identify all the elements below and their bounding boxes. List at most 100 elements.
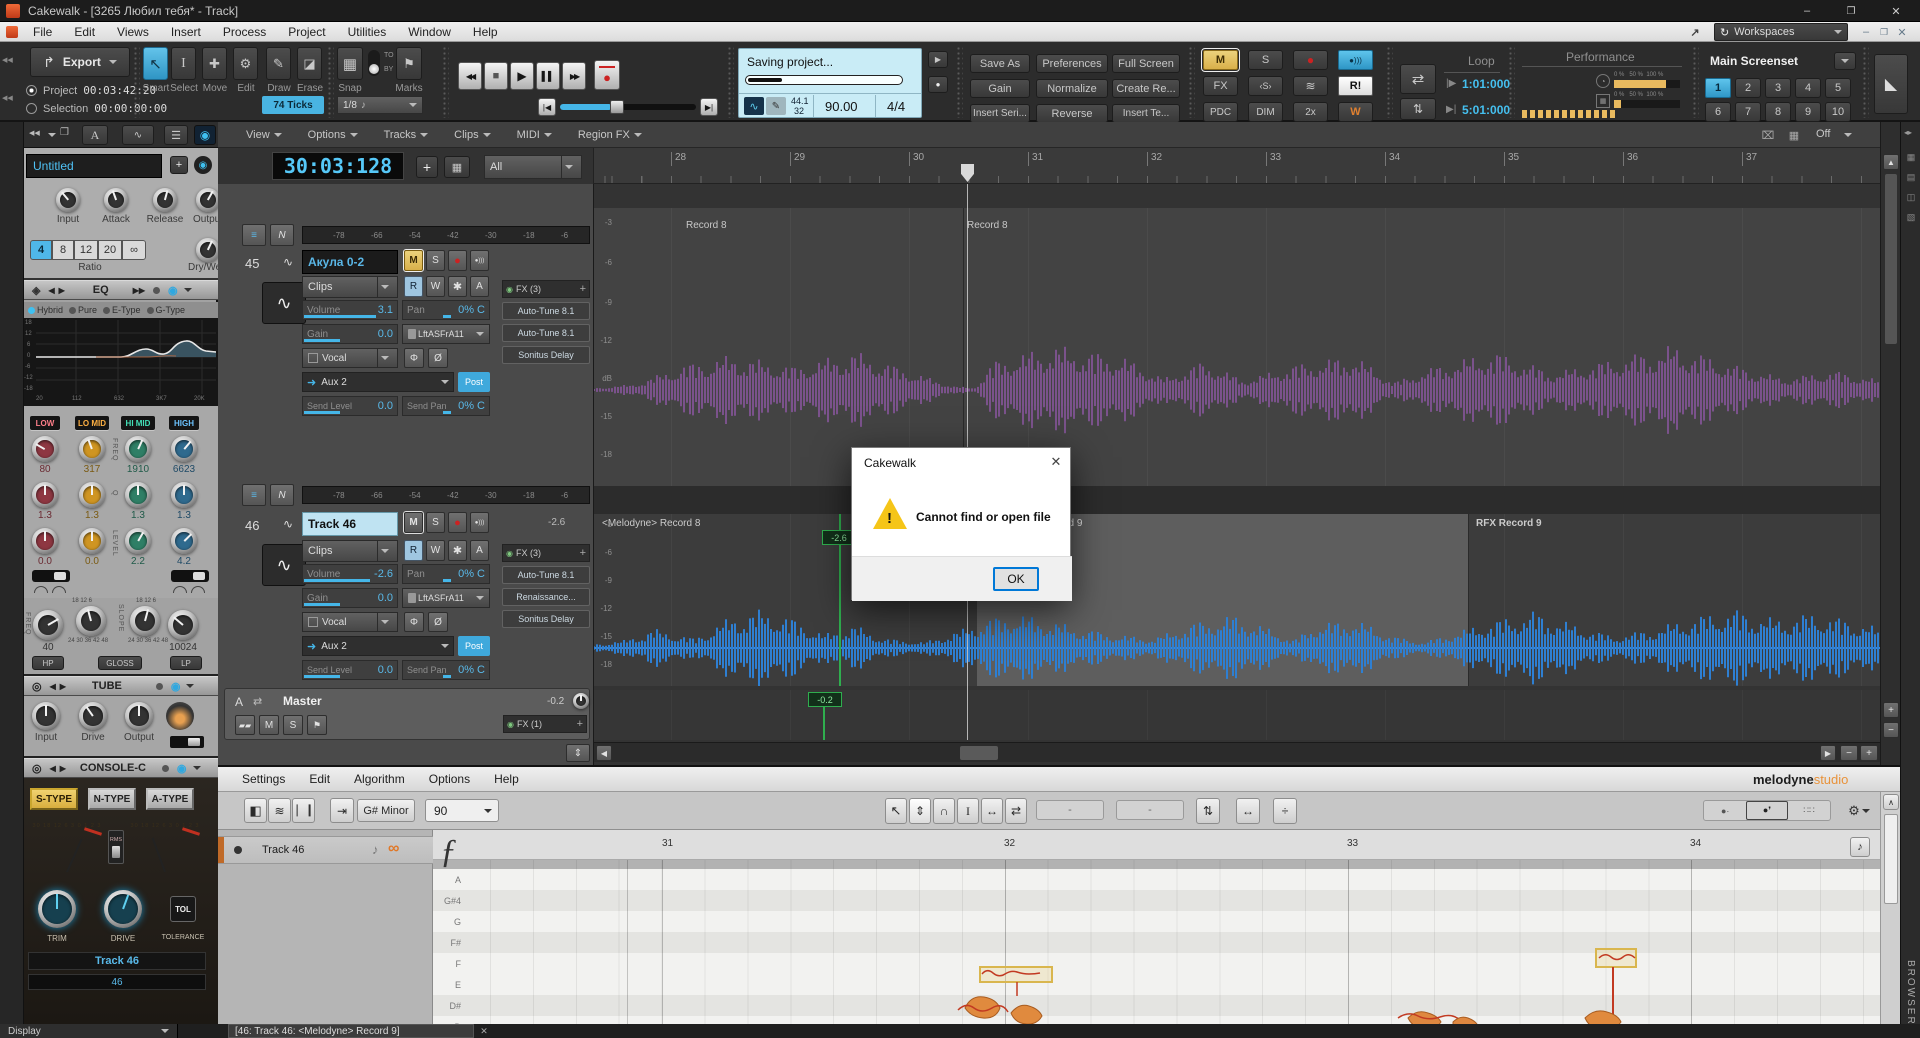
track-active-dot[interactable] bbox=[234, 846, 242, 854]
track45-read-button[interactable]: R bbox=[404, 276, 423, 297]
time-display[interactable]: 30:03:128 bbox=[272, 152, 404, 180]
low-q-knob[interactable] bbox=[32, 482, 58, 508]
mel-tool-pitch[interactable]: ⇕ bbox=[909, 798, 931, 824]
track45-send-row[interactable]: ➜ Aux 2 bbox=[302, 372, 454, 392]
comp-release-knob[interactable] bbox=[153, 188, 177, 212]
mdi-minimize-button[interactable]: – bbox=[1858, 25, 1874, 39]
grid-button[interactable]: ▦ bbox=[444, 156, 470, 178]
master-solo-button[interactable]: S bbox=[283, 715, 303, 735]
mel-panel-toggle[interactable]: ◧ bbox=[244, 798, 267, 823]
menu-window[interactable]: Window bbox=[397, 25, 462, 39]
eq-module-header[interactable]: ◈ ◀ ▶ EQ ▶▶ ◉ bbox=[24, 280, 218, 300]
track45-lane[interactable]: Record 8 Record 8 bbox=[594, 208, 1880, 486]
tab-close-icon[interactable]: ✕ bbox=[478, 1025, 490, 1037]
low-shape-toggle[interactable] bbox=[32, 570, 70, 582]
stop-button[interactable]: ■ bbox=[484, 62, 508, 90]
notes-icon[interactable]: ♪ bbox=[372, 842, 379, 857]
master-bus-header[interactable]: A ⇄ Master -0.2 ▰▰ M S ⚑ ◉ FX (1) + bbox=[224, 688, 590, 740]
ratio-12-button[interactable]: 12 bbox=[74, 240, 98, 260]
dialog-close-button[interactable]: ✕ bbox=[1040, 448, 1072, 476]
zoom-out-v-button[interactable]: − bbox=[1883, 722, 1899, 738]
track46-fx-header[interactable]: ◉ FX (3) + bbox=[502, 544, 590, 562]
track45-archive-dropdown[interactable]: Vocal bbox=[302, 348, 398, 368]
multidock-tab[interactable]: [46: Track 46: <Melodyne> Record 9] bbox=[228, 1024, 474, 1038]
high-shape-toggle[interactable] bbox=[171, 570, 209, 582]
track45-fx-header[interactable]: ◉ FX (3) + bbox=[502, 280, 590, 298]
chevron-down-icon[interactable] bbox=[192, 766, 201, 770]
mel-tool-formant[interactable]: ∩ bbox=[933, 798, 955, 824]
meter-mode-button[interactable]: ≡ bbox=[242, 224, 266, 246]
add-module-button[interactable]: + bbox=[170, 156, 188, 174]
solo-button[interactable]: S bbox=[1248, 50, 1283, 70]
menu-help[interactable]: Help bbox=[462, 25, 509, 39]
vscroll-thumb[interactable] bbox=[1885, 174, 1897, 344]
track45-name-field[interactable]: Акула 0-2 bbox=[302, 250, 398, 274]
dock-collapse-icon[interactable]: ◂▸ bbox=[1904, 128, 1912, 137]
filter-dropdown[interactable]: All bbox=[484, 155, 582, 179]
write-automation-button[interactable]: W bbox=[1338, 102, 1373, 122]
expand-tracks-button[interactable]: ⇕ bbox=[566, 744, 590, 762]
track46-archive-dropdown[interactable]: Vocal bbox=[302, 612, 398, 632]
track46-mute-button[interactable]: M bbox=[403, 511, 424, 534]
track46-send-row[interactable]: ➜ Aux 2 bbox=[302, 636, 454, 656]
track45-arm-button[interactable]: ● bbox=[448, 250, 467, 271]
close-button[interactable]: ✕ bbox=[1876, 0, 1916, 22]
tube-type-switch[interactable] bbox=[170, 736, 204, 748]
tv-menu-midi[interactable]: MIDI bbox=[517, 129, 552, 141]
mel-note-assign-button[interactable]: ♪ bbox=[1850, 837, 1870, 857]
loop-out-time[interactable]: 5:01:000 bbox=[1462, 103, 1510, 117]
eq-mode-label[interactable]: E-Type bbox=[112, 305, 141, 315]
himid-band-badge[interactable]: HI MID bbox=[121, 416, 155, 430]
radio-icon[interactable] bbox=[146, 306, 154, 314]
track46-send-pan[interactable]: Send Pan 0% C bbox=[402, 660, 490, 680]
export-button[interactable]: ↱ Export bbox=[30, 47, 130, 77]
menu-process[interactable]: Process bbox=[212, 25, 277, 39]
tube-drive-knob[interactable] bbox=[79, 702, 107, 730]
note-view-icon[interactable]: ●∙ bbox=[1704, 806, 1746, 816]
grid-view-icon[interactable]: ∷∷ bbox=[1788, 805, 1830, 816]
time-signature[interactable]: 4/4 bbox=[887, 99, 905, 114]
low-band-badge[interactable]: LOW bbox=[30, 416, 60, 430]
2x-button[interactable]: 2x bbox=[1293, 102, 1328, 122]
snap-marks-button[interactable]: ⚑ bbox=[396, 47, 422, 80]
play-button[interactable]: ▶ bbox=[510, 62, 534, 90]
n-type-button[interactable]: N-TYPE bbox=[88, 788, 136, 810]
track46-icon-box[interactable]: ∿ bbox=[262, 544, 306, 586]
track-manager-icon[interactable]: ⌧ bbox=[1758, 126, 1778, 144]
comp-attack-knob[interactable] bbox=[104, 188, 128, 212]
dock-icon[interactable]: ▤ bbox=[1904, 170, 1918, 184]
tool-select[interactable]: I bbox=[171, 47, 196, 80]
tube-output-knob[interactable] bbox=[125, 702, 153, 730]
mel-vscroll-thumb[interactable] bbox=[1884, 814, 1898, 904]
radio-icon[interactable] bbox=[69, 306, 77, 314]
preferences-button[interactable]: Preferences bbox=[1036, 54, 1108, 73]
tool-smart[interactable]: ↖ bbox=[143, 47, 168, 80]
low-freq-knob[interactable] bbox=[32, 436, 58, 462]
tv-menu-view[interactable]: View bbox=[246, 129, 282, 141]
prev-icon[interactable]: ◀ bbox=[50, 682, 56, 691]
position-thumb[interactable] bbox=[610, 100, 624, 114]
next-icon[interactable]: ▶ bbox=[60, 764, 66, 773]
track46-lane[interactable]: <Melodyne> Record 8 <Melodyne> Record 9 … bbox=[594, 514, 1880, 686]
radio-selected-icon[interactable] bbox=[28, 306, 35, 314]
ratio-inf-button[interactable]: ∞ bbox=[122, 240, 146, 260]
screenset-9[interactable]: 9 bbox=[1795, 102, 1821, 122]
ratio-4-button[interactable]: 4 bbox=[30, 240, 52, 260]
track46-arm-button[interactable]: ● bbox=[448, 512, 467, 533]
menu-insert[interactable]: Insert bbox=[160, 25, 212, 39]
mel-value-field-1[interactable]: - bbox=[1036, 800, 1104, 820]
himid-freq-knob[interactable] bbox=[125, 436, 151, 462]
track45-echo-button[interactable]: ●))) bbox=[470, 250, 489, 271]
tab-prochannel[interactable]: ◉ bbox=[194, 125, 216, 145]
menu-project[interactable]: Project bbox=[277, 25, 336, 39]
expand-icon[interactable]: ↗ bbox=[1686, 24, 1704, 40]
insert-tempo-button[interactable]: Insert Te... bbox=[1112, 104, 1180, 123]
eq-mode-label[interactable]: Pure bbox=[78, 305, 97, 315]
track46-post-badge[interactable]: Post bbox=[458, 636, 490, 656]
mel-view-switch-group[interactable]: ●∙ ●❜ ∷∷ bbox=[1703, 800, 1831, 821]
track45-pan[interactable]: Pan 0% C bbox=[402, 300, 490, 320]
console-drive-knob[interactable] bbox=[104, 890, 142, 928]
compare-icon[interactable]: ∞ bbox=[388, 840, 399, 858]
lomid-freq-knob[interactable] bbox=[79, 436, 105, 462]
trim-knob[interactable] bbox=[38, 890, 76, 928]
